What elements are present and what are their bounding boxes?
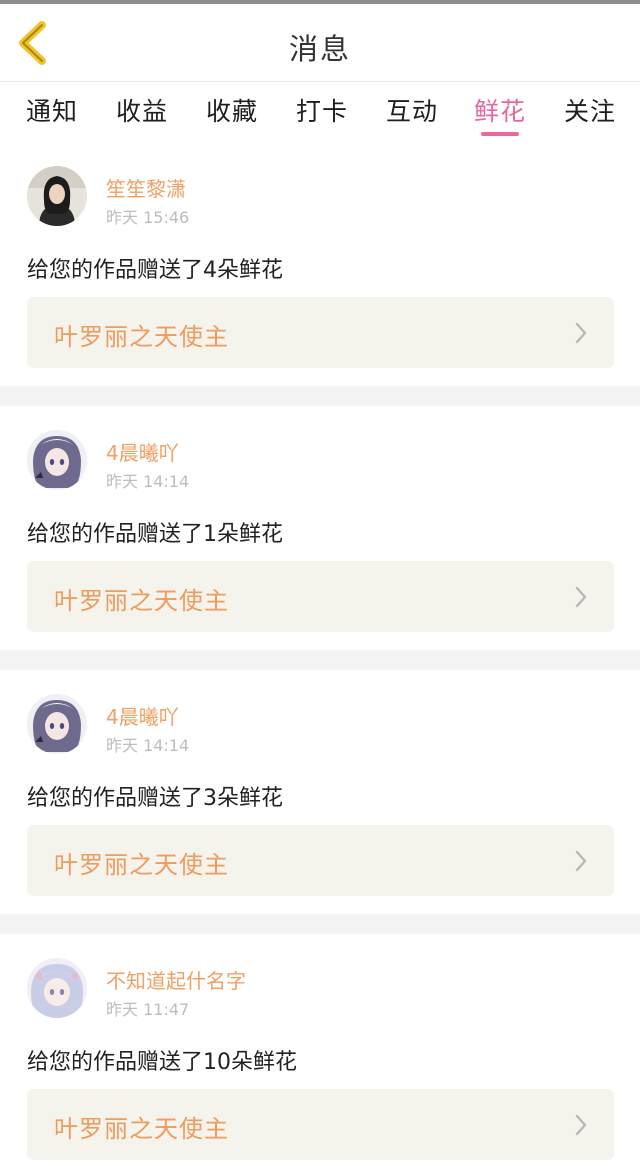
message-list: 笙笙黎潇 昨天 15:46 给您的作品赠送了4朵鲜花 叶罗丽之天使主 4晨曦吖 … xyxy=(0,142,640,1174)
chevron-right-icon xyxy=(574,1113,588,1137)
divider xyxy=(0,386,640,406)
tab-interactions[interactable]: 互动 xyxy=(386,92,438,128)
sender-name[interactable]: 4晨曦吖 xyxy=(106,437,179,466)
sender-name[interactable]: 不知道起什名字 xyxy=(106,965,246,994)
message-text: 给您的作品赠送了1朵鲜花 xyxy=(27,522,283,547)
tab-favorites[interactable]: 收藏 xyxy=(206,92,258,128)
avatar[interactable] xyxy=(27,166,87,226)
active-tab-indicator xyxy=(481,132,519,136)
message-text: 给您的作品赠送了10朵鲜花 xyxy=(27,1050,297,1075)
tab-flowers[interactable]: 鲜花 xyxy=(474,92,526,128)
tab-notifications[interactable]: 通知 xyxy=(26,92,78,128)
message-card: 4晨曦吖 昨天 14:14 给您的作品赠送了1朵鲜花 叶罗丽之天使主 xyxy=(0,406,640,650)
message-card: 不知道起什名字 昨天 11:47 给您的作品赠送了10朵鲜花 叶罗丽之天使主 xyxy=(0,934,640,1174)
divider xyxy=(0,914,640,934)
message-time: 昨天 14:14 xyxy=(106,472,190,491)
messages-screen: 消息 通知 收益 收藏 打卡 互动 鲜花 关注 笙笙黎潇 昨天 15:46 给您… xyxy=(0,0,640,1174)
chevron-right-icon xyxy=(574,849,588,873)
work-link[interactable]: 叶罗丽之天使主 xyxy=(27,561,614,632)
work-title: 叶罗丽之天使主 xyxy=(54,1115,229,1143)
chevron-right-icon xyxy=(574,321,588,345)
message-time: 昨天 15:46 xyxy=(106,208,190,227)
work-title: 叶罗丽之天使主 xyxy=(54,851,229,879)
avatar[interactable] xyxy=(27,430,87,490)
work-link[interactable]: 叶罗丽之天使主 xyxy=(27,297,614,368)
avatar[interactable] xyxy=(27,958,87,1018)
tab-bar: 通知 收益 收藏 打卡 互动 鲜花 关注 xyxy=(0,82,640,142)
message-card: 4晨曦吖 昨天 14:14 给您的作品赠送了3朵鲜花 叶罗丽之天使主 xyxy=(0,670,640,914)
sender-name[interactable]: 4晨曦吖 xyxy=(106,701,179,730)
message-time: 昨天 14:14 xyxy=(106,736,190,755)
tab-checkin[interactable]: 打卡 xyxy=(296,92,348,128)
chevron-right-icon xyxy=(574,585,588,609)
avatar[interactable] xyxy=(27,694,87,754)
page-title: 消息 xyxy=(288,32,351,66)
message-text: 给您的作品赠送了4朵鲜花 xyxy=(27,258,283,283)
tab-following[interactable]: 关注 xyxy=(564,92,616,128)
work-link[interactable]: 叶罗丽之天使主 xyxy=(27,825,614,896)
work-title: 叶罗丽之天使主 xyxy=(54,587,229,615)
divider xyxy=(0,650,640,670)
header-bar: 消息 xyxy=(0,4,640,82)
tab-earnings[interactable]: 收益 xyxy=(116,92,168,128)
work-title: 叶罗丽之天使主 xyxy=(54,323,229,351)
message-text: 给您的作品赠送了3朵鲜花 xyxy=(27,786,283,811)
work-link[interactable]: 叶罗丽之天使主 xyxy=(27,1089,614,1160)
message-time: 昨天 11:47 xyxy=(106,1000,190,1019)
message-card: 笙笙黎潇 昨天 15:46 给您的作品赠送了4朵鲜花 叶罗丽之天使主 xyxy=(0,142,640,386)
sender-name[interactable]: 笙笙黎潇 xyxy=(106,173,186,202)
